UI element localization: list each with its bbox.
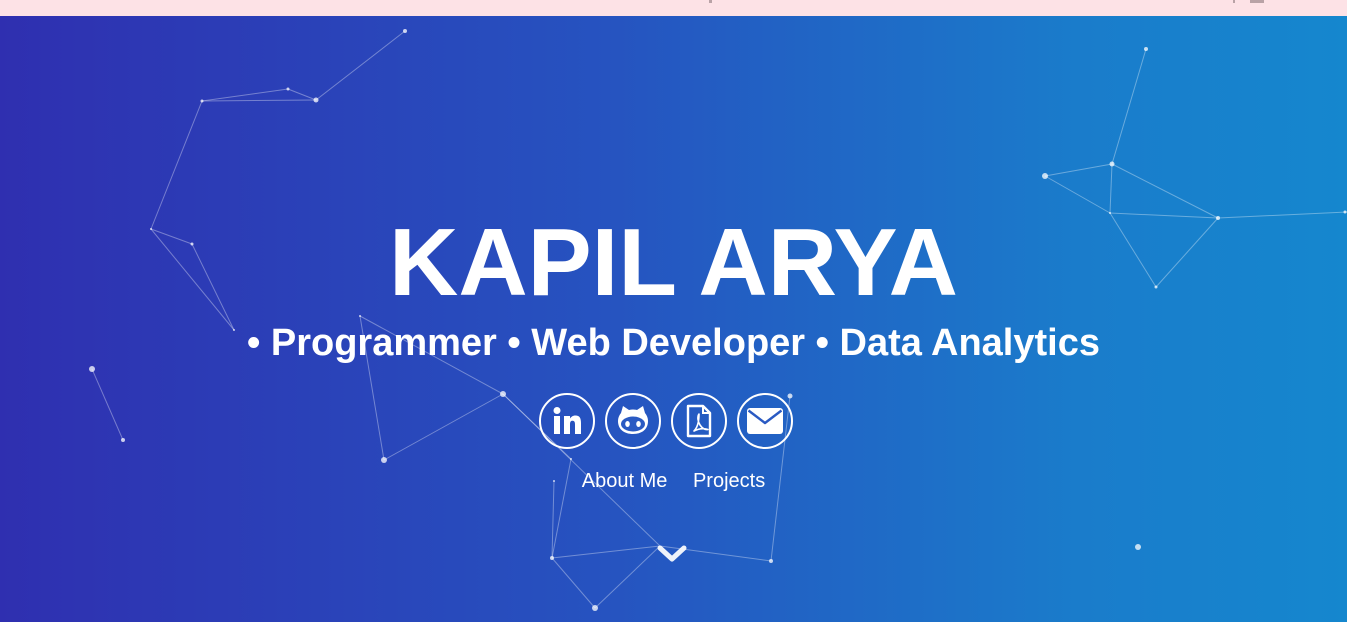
hero-section: KAPIL ARYA • Programmer • Web Developer … (0, 16, 1347, 622)
projects-link[interactable]: Projects (693, 470, 765, 493)
top-bar-mark (1250, 0, 1264, 3)
github-icon (618, 406, 648, 434)
email-button[interactable] (737, 393, 793, 449)
github-button[interactable] (605, 393, 661, 449)
top-bar-mark (1233, 0, 1235, 3)
linkedin-icon (553, 407, 581, 434)
hero-name: KAPIL ARYA (388, 209, 958, 316)
hero-tagline: • Programmer • Web Developer • Data Anal… (247, 322, 1100, 364)
about-me-link[interactable]: About Me (582, 470, 668, 493)
chevron-down-icon[interactable] (656, 544, 688, 566)
pdf-icon (686, 404, 712, 438)
social-links (539, 393, 809, 455)
mail-icon (747, 408, 783, 434)
top-bar (0, 0, 1347, 16)
hero-nav-links: About Me Projects (0, 470, 1347, 493)
linkedin-button[interactable] (539, 393, 595, 449)
top-bar-mark (709, 0, 712, 3)
resume-pdf-button[interactable] (671, 393, 727, 449)
particle-network (89, 29, 1347, 611)
